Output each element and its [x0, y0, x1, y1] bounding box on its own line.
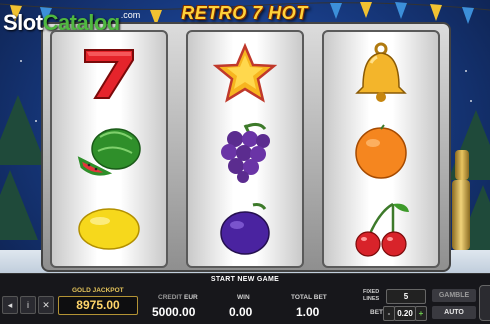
gamble-button[interactable]: GAMBLE	[432, 289, 476, 302]
credit-currency: EUR	[184, 294, 198, 301]
plum-symbol	[188, 190, 302, 266]
seven-symbol	[52, 34, 166, 112]
plum-icon	[220, 203, 270, 255]
bell-symbol	[324, 34, 438, 112]
cherries-symbol	[324, 190, 438, 266]
game-title: RETRO 7 HOT	[181, 3, 308, 23]
reel-3	[322, 30, 440, 268]
bet-label: BET	[370, 309, 383, 316]
snowflake	[470, 100, 472, 102]
star-symbol	[188, 34, 302, 112]
snowflake	[465, 70, 467, 72]
fixed-lines-value: 5	[386, 289, 426, 304]
lever-handle	[452, 180, 470, 250]
reel-1	[50, 30, 168, 268]
cherries-icon	[355, 202, 409, 257]
sound-button[interactable]: ◂	[2, 296, 18, 314]
credit-label: CREDIT EUR	[158, 294, 198, 301]
star-icon	[213, 43, 277, 103]
fixed-lines-label: FIXED LINES	[363, 289, 380, 302]
status-message: START NEW GAME	[210, 276, 280, 283]
win-value: 0.00	[229, 305, 253, 319]
lemon-symbol	[52, 190, 166, 266]
orange-icon	[355, 124, 407, 179]
win-label: WIN	[237, 294, 250, 301]
seven-icon	[84, 49, 134, 99]
lever-handle-top	[455, 150, 469, 180]
total-bet-value: 1.00	[296, 305, 320, 319]
snowflake	[20, 60, 22, 62]
logo-text-slot: Slot	[3, 10, 43, 35]
orange-symbol	[324, 112, 438, 190]
pine-tree	[0, 95, 46, 165]
reel-2	[186, 30, 304, 268]
bet-plus-button[interactable]: +	[415, 306, 427, 321]
grapes-symbol	[188, 112, 302, 190]
pine-tree	[0, 170, 38, 240]
bet-value: 0.20	[394, 306, 416, 321]
gold-jackpot-value: 8975.00	[58, 296, 138, 315]
lemon-icon	[78, 208, 140, 250]
credit-value: 5000.00	[152, 305, 196, 319]
watermelon-icon	[77, 128, 141, 176]
credit-label-text: CREDIT	[158, 294, 183, 301]
logo-text-com: .com	[120, 10, 141, 20]
total-bet-label: TOTAL BET	[291, 294, 327, 301]
grapes-icon	[221, 122, 270, 183]
info-button[interactable]: i	[20, 296, 36, 314]
gold-jackpot-label: GOLD JACKPOT	[72, 287, 124, 294]
spin-button[interactable]	[479, 285, 490, 321]
auto-button[interactable]: AUTO	[432, 306, 476, 319]
watermelon-symbol	[52, 112, 166, 190]
bell-icon	[355, 42, 407, 102]
close-button[interactable]: ✕	[38, 296, 54, 314]
